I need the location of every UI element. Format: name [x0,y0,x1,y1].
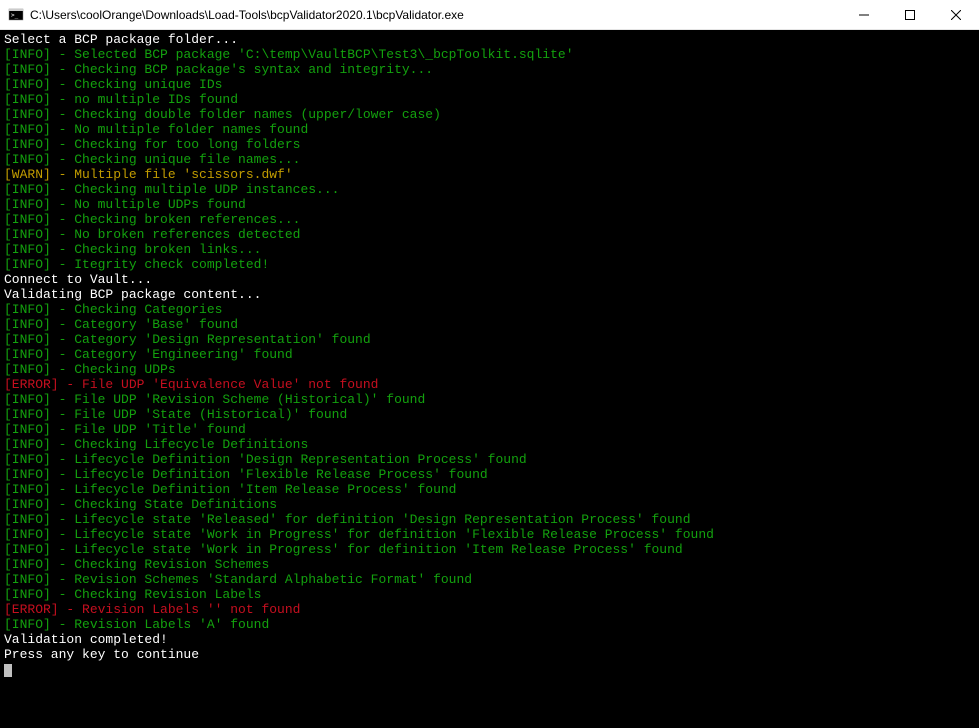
window-titlebar[interactable]: >_ C:\Users\coolOrange\Downloads\Load-To… [0,0,979,30]
close-button[interactable] [933,0,979,29]
console-line: [INFO] - Revision Schemes 'Standard Alph… [4,572,975,587]
console-line: [INFO] - No multiple UDPs found [4,197,975,212]
console-line: Validating BCP package content... [4,287,975,302]
console-line: [INFO] - Lifecycle state 'Work in Progre… [4,527,975,542]
app-icon: >_ [8,7,24,23]
console-line: [INFO] - No broken references detected [4,227,975,242]
console-line: [INFO] - Category 'Design Representation… [4,332,975,347]
console-line: [INFO] - Lifecycle Definition 'Design Re… [4,452,975,467]
minimize-button[interactable] [841,0,887,29]
console-line: [INFO] - Checking multiple UDP instances… [4,182,975,197]
console-line: [INFO] - Checking for too long folders [4,137,975,152]
console-line: [ERROR] - File UDP 'Equivalence Value' n… [4,377,975,392]
console-line: [INFO] - Checking unique file names... [4,152,975,167]
console-line: [INFO] - Checking BCP package's syntax a… [4,62,975,77]
console-cursor [4,664,12,677]
console-line: [INFO] - Category 'Base' found [4,317,975,332]
console-line: [INFO] - Checking Revision Schemes [4,557,975,572]
console-output[interactable]: Select a BCP package folder...[INFO] - S… [0,30,979,728]
console-line: Press any key to continue [4,647,975,662]
console-line: Select a BCP package folder... [4,32,975,47]
window-title: C:\Users\coolOrange\Downloads\Load-Tools… [30,8,841,22]
console-line: [WARN] - Multiple file 'scissors.dwf' [4,167,975,182]
console-line: [INFO] - Checking double folder names (u… [4,107,975,122]
console-line: [INFO] - File UDP 'State (Historical)' f… [4,407,975,422]
console-line: [INFO] - No multiple folder names found [4,122,975,137]
console-line: [INFO] - Checking unique IDs [4,77,975,92]
console-line: [INFO] - Revision Labels 'A' found [4,617,975,632]
console-line: [INFO] - no multiple IDs found [4,92,975,107]
console-line: [INFO] - File UDP 'Title' found [4,422,975,437]
console-line: [INFO] - Checking Revision Labels [4,587,975,602]
console-line: Validation completed! [4,632,975,647]
console-line: [INFO] - Itegrity check completed! [4,257,975,272]
console-line: [INFO] - File UDP 'Revision Scheme (Hist… [4,392,975,407]
console-line: [INFO] - Checking State Definitions [4,497,975,512]
console-line: [INFO] - Checking Lifecycle Definitions [4,437,975,452]
console-line: Connect to Vault... [4,272,975,287]
maximize-button[interactable] [887,0,933,29]
console-line: [INFO] - Checking Categories [4,302,975,317]
console-line: [INFO] - Checking broken links... [4,242,975,257]
console-line: [INFO] - Lifecycle state 'Work in Progre… [4,542,975,557]
svg-text:>_: >_ [11,12,19,19]
window-controls [841,0,979,29]
console-line: [INFO] - Lifecycle Definition 'Item Rele… [4,482,975,497]
console-line: [INFO] - Category 'Engineering' found [4,347,975,362]
console-line: [INFO] - Lifecycle Definition 'Flexible … [4,467,975,482]
console-line: [INFO] - Selected BCP package 'C:\temp\V… [4,47,975,62]
console-line: [INFO] - Checking broken references... [4,212,975,227]
console-line: [ERROR] - Revision Labels '' not found [4,602,975,617]
console-line: [INFO] - Checking UDPs [4,362,975,377]
console-line: [INFO] - Lifecycle state 'Released' for … [4,512,975,527]
